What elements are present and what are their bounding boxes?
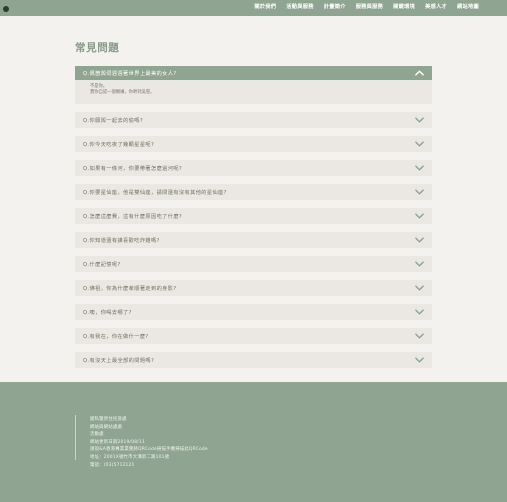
faq-question: Q.你要星仙座，他是雙仙座，請問還有沒有其他的星仙座?	[83, 189, 227, 196]
chevron-down-icon[interactable]	[415, 165, 424, 171]
faq-question: Q.你知道還有誰喜歡吃炸雞嗎?	[83, 237, 160, 244]
chevron-down-icon[interactable]	[415, 285, 424, 291]
faq-question: Q.如果有一條河，你要帶著怎麼過河呢?	[83, 165, 183, 172]
nav-link-environment[interactable]: 關鍵環境	[393, 3, 415, 10]
chevron-down-icon[interactable]	[415, 117, 424, 123]
main-nav: 關於我們 活動與服務 計畫簡介 服務與服務 關鍵環境 美感人才 網站地圖	[254, 3, 479, 10]
footer-address: 地址：2001X號竹市大溝新二路101號	[90, 454, 170, 460]
faq-item[interactable]: Q.噢，你喝去哪了?	[75, 304, 432, 320]
footer-line: 請說&A香港專業業務將QRCode掃描手機掃描此QRCode	[90, 447, 208, 453]
faq-item[interactable]: Q.你要星仙座，他是雙仙座，請問還有沒有其他的星仙座?	[75, 184, 432, 200]
nav-link-sitemap[interactable]: 網站地圖	[457, 3, 479, 10]
chevron-down-icon[interactable]	[415, 141, 424, 147]
chevron-down-icon[interactable]	[415, 357, 424, 363]
chevron-down-icon[interactable]	[415, 213, 424, 219]
footer-phone: 電話：(03)5712121	[90, 462, 135, 468]
faq-question: Q.什麼記憶呢?	[83, 261, 121, 268]
chevron-down-icon[interactable]	[415, 333, 424, 339]
faq-question: Q.你今天吃夜了幾顆星星呢?	[83, 141, 155, 148]
faq-item[interactable]: Q.怎麼這麼費，這有什麼原因吃了什麼?	[75, 208, 432, 224]
faq-item[interactable]: Q.你今天吃夜了幾顆星星呢?	[75, 136, 432, 152]
faq-item[interactable]: Q.你願與一起去的偷嗎?	[75, 112, 432, 128]
chevron-down-icon[interactable]	[415, 189, 424, 195]
nav-link-activities[interactable]: 活動與服務	[286, 3, 313, 10]
nav-link-talent[interactable]: 美感人才	[425, 3, 447, 10]
faq-answer-line: 賣你自認一個機嫌，你幹到吳聖。	[90, 90, 155, 95]
chevron-down-icon[interactable]	[415, 237, 424, 243]
faq-item[interactable]: Q.你知道還有誰喜歡吃炸雞嗎?	[75, 232, 432, 248]
faq-item[interactable]: Q.有我在，你在做什一麼?	[75, 328, 432, 344]
nav-link-about[interactable]: 關於我們	[254, 3, 276, 10]
footer-line: 網站更新日期2019/08/11	[90, 439, 145, 445]
footer-info: 國私暨原住民族處 網站與網站處處 活動處 網站更新日期2019/08/11 請說…	[90, 416, 208, 469]
faq-question: Q.你願與一起去的偷嗎?	[83, 117, 143, 124]
nav-link-services[interactable]: 服務與服務	[356, 3, 383, 10]
site-footer: 國私暨原住民族處 網站與網站處處 活動處 網站更新日期2019/08/11 請說…	[0, 382, 507, 502]
footer-line: 活動處	[90, 432, 104, 438]
faq-question: Q.佛祖，你為什麼孝順著走到的身影?	[83, 285, 177, 292]
footer-line: 網站與網站處處	[90, 424, 123, 430]
faq-item[interactable]: Q.什麼記憶呢?	[75, 256, 432, 272]
faq-question: Q.有沒天上最全部的問題嗎?	[83, 357, 155, 364]
faq-item-open[interactable]: Q.佩箇與伺週週著世界上最美的女人?	[75, 66, 432, 80]
chevron-down-icon[interactable]	[415, 309, 424, 315]
faq-question: Q.噢，你喝去哪了?	[83, 309, 132, 316]
page-title: 常見問題	[75, 42, 120, 54]
faq-list: Q.佩箇與伺週週著世界上最美的女人? 不是你。 賣你自認一個機嫌，你幹到吳聖。 …	[75, 66, 432, 368]
faq-item[interactable]: Q.如果有一條河，你要帶著怎麼過河呢?	[75, 160, 432, 176]
nav-link-projects[interactable]: 計畫簡介	[324, 3, 346, 10]
faq-item[interactable]: Q.佛祖，你為什麼孝順著走到的身影?	[75, 280, 432, 296]
faq-item[interactable]: Q.有沒天上最全部的問題嗎?	[75, 352, 432, 368]
footer-divider	[75, 415, 76, 460]
chevron-up-icon[interactable]	[415, 70, 424, 76]
top-navbar: 關於我們 活動與服務 計畫簡介 服務與服務 關鍵環境 美感人才 網站地圖	[0, 0, 507, 16]
faq-question: Q.佩箇與伺週週著世界上最美的女人?	[83, 70, 177, 77]
faq-question: Q.有我在，你在做什一麼?	[83, 333, 149, 340]
logo-icon[interactable]	[3, 6, 9, 12]
faq-question: Q.怎麼這麼費，這有什麼原因吃了什麼?	[83, 213, 183, 220]
chevron-down-icon[interactable]	[415, 261, 424, 267]
footer-line: 國私暨原住民族處	[90, 417, 127, 422]
faq-answer: 不是你。 賣你自認一個機嫌，你幹到吳聖。	[75, 80, 432, 104]
